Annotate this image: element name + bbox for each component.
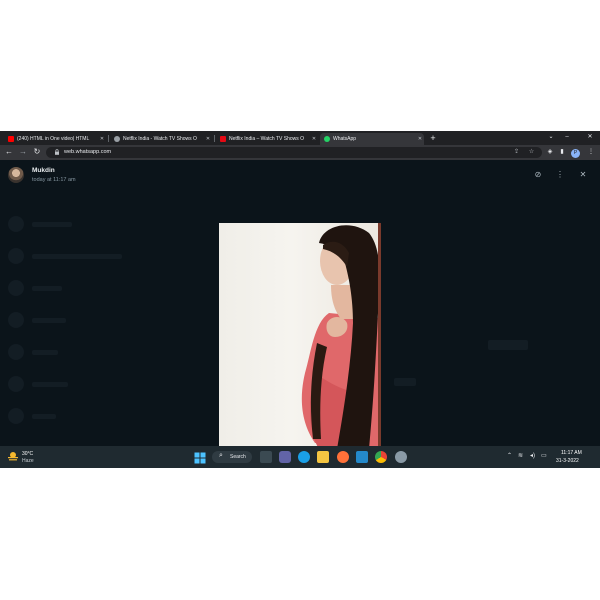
close-window-button[interactable]: ✕ bbox=[583, 132, 597, 143]
youtube-icon bbox=[8, 136, 14, 142]
tab-whatsapp[interactable]: WhatsApp ✕ bbox=[320, 133, 424, 145]
dimmed-chat-avatar bbox=[8, 408, 24, 424]
sidebar-icon[interactable]: ▮ bbox=[557, 147, 567, 157]
whatsapp-icon bbox=[324, 136, 330, 142]
portrait-image bbox=[301, 225, 381, 449]
lock-icon bbox=[55, 149, 59, 155]
address-bar[interactable]: web.whatsapp.com ⇪ ☆ bbox=[46, 147, 542, 158]
search-label: Search bbox=[230, 454, 246, 460]
tab-title: Netflix India - Watch TV Shows O bbox=[123, 136, 197, 142]
close-tab-icon[interactable]: ✕ bbox=[98, 136, 106, 142]
netflix-icon bbox=[220, 136, 226, 142]
haze-weather-icon bbox=[8, 452, 18, 461]
new-tab-button[interactable]: + bbox=[428, 133, 438, 143]
battery-icon[interactable]: ▭ bbox=[541, 452, 547, 459]
forward-button[interactable]: → bbox=[18, 147, 28, 157]
volume-icon[interactable]: ◂) bbox=[530, 452, 535, 459]
dimmed-chat-row bbox=[32, 286, 62, 291]
media-viewer: Mukdin today at 11:17 am ⊘ ⋮ ✕ bbox=[0, 160, 600, 452]
media-photo[interactable] bbox=[219, 223, 381, 452]
photo-edge bbox=[378, 223, 381, 452]
clock-date[interactable]: 31-3-2022 bbox=[556, 458, 579, 464]
dimmed-message-bubble bbox=[394, 378, 416, 386]
close-tab-icon[interactable]: ✕ bbox=[416, 136, 424, 142]
sender-avatar[interactable] bbox=[8, 167, 24, 183]
tab-divider bbox=[108, 135, 109, 142]
dimmed-chat-row bbox=[32, 350, 58, 355]
tab-youtube[interactable]: (240) HTML in One video| HTML ✕ bbox=[4, 133, 106, 145]
settings-icon[interactable] bbox=[395, 451, 407, 463]
bookmark-star-icon[interactable]: ☆ bbox=[527, 148, 536, 157]
dimmed-chat-row bbox=[32, 382, 68, 387]
tab-divider bbox=[214, 135, 215, 142]
dimmed-chat-row bbox=[32, 222, 72, 227]
browser-toolbar: ← → ↻ web.whatsapp.com ⇪ ☆ ◈ ▮ ⋮ bbox=[0, 145, 600, 160]
chrome-menu-icon[interactable]: ⋮ bbox=[586, 147, 596, 157]
browser-tab-strip: (240) HTML in One video| HTML ✕ Netflix … bbox=[0, 131, 600, 145]
tab-title: WhatsApp bbox=[333, 136, 357, 142]
firefox-icon[interactable] bbox=[337, 451, 349, 463]
vscode-icon[interactable] bbox=[356, 451, 368, 463]
dimmed-chat-avatar bbox=[8, 312, 24, 328]
url-text: web.whatsapp.com bbox=[64, 149, 112, 155]
edge-icon[interactable] bbox=[298, 451, 310, 463]
dimmed-chat-avatar bbox=[8, 344, 24, 360]
folder-icon[interactable] bbox=[317, 451, 329, 463]
dimmed-chat-row bbox=[32, 414, 56, 419]
windows-start-icon[interactable] bbox=[194, 451, 206, 464]
weather-temperature[interactable]: 30°C bbox=[22, 451, 33, 457]
profile-avatar[interactable]: P bbox=[571, 149, 580, 158]
dimmed-chat-avatar bbox=[8, 216, 24, 232]
tab-netflix-2[interactable]: Netflix India – Watch TV Shows O ✕ bbox=[216, 133, 318, 145]
dimmed-chat-avatar bbox=[8, 280, 24, 296]
tab-netflix-1[interactable]: Netflix India - Watch TV Shows O ✕ bbox=[110, 133, 212, 145]
sender-name: Mukdin bbox=[32, 167, 55, 174]
close-tab-icon[interactable]: ✕ bbox=[204, 136, 212, 142]
screen: (240) HTML in One video| HTML ✕ Netflix … bbox=[0, 131, 600, 468]
dimmed-chat-avatar bbox=[8, 376, 24, 392]
tab-search-button[interactable]: ⌄ bbox=[544, 132, 558, 143]
share-icon[interactable]: ⇪ bbox=[512, 148, 521, 157]
tab-title: (240) HTML in One video| HTML bbox=[17, 136, 90, 142]
reload-button[interactable]: ↻ bbox=[32, 147, 42, 157]
more-options-icon[interactable]: ⋮ bbox=[554, 169, 566, 181]
clock-time[interactable]: 11:17 AM bbox=[561, 450, 582, 456]
chrome-icon[interactable] bbox=[375, 451, 387, 463]
close-tab-icon[interactable]: ✕ bbox=[310, 136, 318, 142]
wifi-icon[interactable]: ≋ bbox=[518, 452, 523, 459]
tray-overflow-icon[interactable]: ⌃ bbox=[507, 452, 512, 459]
globe-icon bbox=[114, 136, 120, 142]
dimmed-chat-row bbox=[32, 318, 66, 323]
tab-title: Netflix India – Watch TV Shows O bbox=[229, 136, 305, 142]
dimmed-message-bubble bbox=[488, 340, 528, 350]
windows-taskbar: 30°C Haze ⌕ Search ⌃ ≋ ◂) ▭ 11:17 AM 31-… bbox=[0, 446, 600, 468]
minimize-button[interactable]: – bbox=[560, 132, 574, 143]
message-timestamp: today at 11:17 am bbox=[32, 177, 76, 183]
dimmed-chat-row bbox=[32, 254, 122, 259]
forward-message-icon[interactable]: ⊘ bbox=[532, 169, 544, 181]
extension-icon[interactable]: ◈ bbox=[545, 147, 555, 157]
teams-icon[interactable] bbox=[279, 451, 291, 463]
weather-condition[interactable]: Haze bbox=[22, 458, 34, 464]
search-icon: ⌕ bbox=[219, 452, 223, 459]
dimmed-chat-avatar bbox=[8, 248, 24, 264]
close-icon[interactable]: ✕ bbox=[577, 169, 589, 181]
back-button[interactable]: ← bbox=[4, 147, 14, 157]
taskbar-search[interactable]: ⌕ Search bbox=[212, 451, 252, 463]
task-view-icon[interactable] bbox=[260, 451, 272, 463]
